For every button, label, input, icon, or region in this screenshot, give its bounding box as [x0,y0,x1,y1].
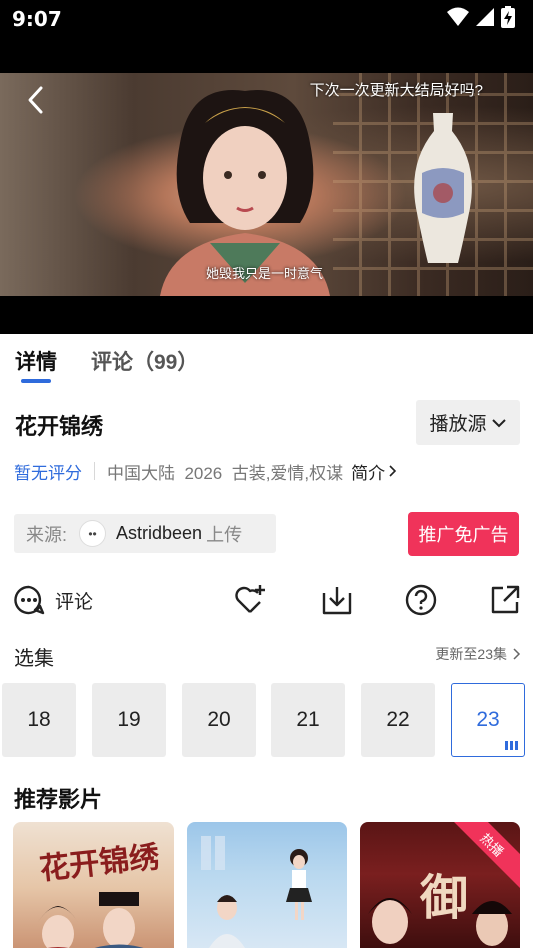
play-source-label: 播放源 [429,414,487,435]
video-subtitle-top: 下次一次更新大结局好吗? [309,82,483,99]
action-bar: 评论 [0,580,533,624]
episodes-heading: 选集 [14,648,54,670]
tab-bar: 详情 评论（99） [0,334,533,386]
comment-icon [14,585,45,615]
chevron-right-icon [513,648,521,660]
episode-list: 18 19 20 21 22 23 [2,683,533,758]
uploader-prefix: 来源: [26,524,68,545]
uploader-name: Astridbeen [116,523,203,543]
intro-link[interactable]: 简介 [351,459,398,484]
cellular-signal-icon [476,8,494,26]
share-icon[interactable] [488,583,522,617]
avatar: •• [79,520,107,547]
uploader-suffix: 上传 [206,524,243,545]
status-time: 9:07 [12,7,62,31]
video-player[interactable]: 下次一次更新大结局好吗? 她毁我只是一时意气 [0,73,533,334]
comment-button[interactable]: 评论 [13,584,93,616]
status-bar: 9:07 [0,0,533,73]
help-icon[interactable] [404,583,438,617]
status-icons [447,6,515,28]
episode-button[interactable]: 19 [92,683,166,757]
tab-comments[interactable]: 评论（99） [91,346,198,376]
chevron-right-icon [389,465,397,477]
back-arrow-icon[interactable] [22,85,52,115]
video-subtitle: 她毁我只是一时意气 [206,266,324,281]
now-playing-icon [505,741,518,750]
episodes-update-status: 更新至23集 [435,646,507,662]
intro-label: 简介 [351,463,386,483]
download-icon[interactable] [320,583,354,617]
battery-charging-icon [501,6,515,28]
wifi-icon [447,7,469,26]
promote-ad-free-button[interactable]: 推广免广告 [408,512,519,556]
episode-number: 23 [476,708,500,731]
show-info: 中国大陆 2026 古装,爱情,权谋 [107,463,344,483]
active-tab-indicator [21,379,51,383]
poster-image [38,892,144,948]
recommendation-poster[interactable]: 御 热播 [360,822,520,948]
uploader-info[interactable]: 来源: •• Astridbeen 上传 [14,514,276,553]
episodes-update-link[interactable]: 更新至23集 [435,644,521,664]
show-title: 花开锦绣 [15,414,104,439]
show-meta: 暂无评分 中国大陆 2026 古装,爱情,权谋 简介 [14,459,398,483]
episode-button[interactable]: 20 [182,683,256,757]
episode-button[interactable]: 22 [361,683,435,757]
chevron-down-icon [491,418,506,427]
recommendation-poster[interactable] [187,822,347,948]
frame-vase [414,113,472,263]
comment-label: 评论 [55,591,94,613]
episode-button[interactable]: 21 [271,683,345,757]
episode-button-active[interactable]: 23 [451,683,525,757]
rating: 暂无评分 [14,463,82,483]
tab-details[interactable]: 详情 [15,346,57,376]
poster-image [201,836,312,948]
recommendation-poster[interactable]: 花开锦绣 [13,822,174,948]
recommendations-heading: 推荐影片 [14,787,103,812]
play-source-button[interactable]: 播放源 [416,400,520,445]
episode-button[interactable]: 18 [2,683,76,757]
meta-divider [94,462,95,480]
recommendation-list: 花开锦绣 御 热播 [0,822,533,948]
favorite-add-icon[interactable] [233,583,267,617]
